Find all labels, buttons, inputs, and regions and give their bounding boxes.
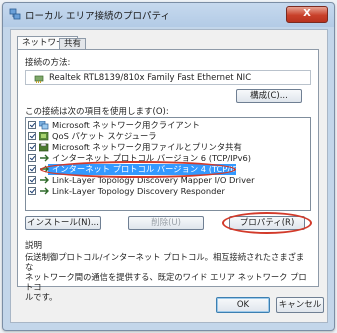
title-bar[interactable]: ローカル エリア接続のプロパティ X <box>3 3 334 25</box>
protocol-icon <box>40 187 49 195</box>
description-text: 伝送制御プロトコル/インターネット プロトコル。相互接続されたさまざまな ネット… <box>25 252 311 302</box>
connect-using-label: 接続の方法: <box>25 58 71 68</box>
network-client-icon <box>39 121 49 130</box>
item-label: インターネット プロトコル バージョン 6 (TCP/IPv6) <box>52 153 251 163</box>
network-connection-icon <box>9 8 21 20</box>
properties-dialog: ローカル エリア接続のプロパティ X ネットワーク 共有 接続の方法: Real… <box>2 2 335 331</box>
description-line: 伝送制御プロトコル/インターネット プロトコル。相互接続されたさまざまな <box>25 252 305 272</box>
protocol-icon <box>40 154 49 162</box>
close-icon: X <box>303 8 311 19</box>
protocol-icon <box>40 165 49 173</box>
item-label: Microsoft ネットワーク用クライアント <box>52 120 200 130</box>
item-label: QoS パケット スケジューラ <box>52 131 157 141</box>
configure-button[interactable]: 構成(C)... <box>236 89 302 103</box>
item-label: Link-Layer Topology Discovery Mapper I/O… <box>52 175 255 185</box>
close-button[interactable]: X <box>286 6 328 23</box>
checkbox[interactable] <box>28 154 36 162</box>
uninstall-button[interactable]: 削除(U) <box>128 216 204 230</box>
items-label: この接続は次の項目を使用します(O): <box>25 107 169 117</box>
checkbox[interactable] <box>28 165 36 173</box>
checkbox[interactable] <box>28 121 36 129</box>
network-adapter-icon <box>34 75 44 83</box>
dialog-body: ネットワーク 共有 接続の方法: Realtek RTL8139/810x Fa… <box>10 29 328 323</box>
description-label: 説明 <box>25 241 43 251</box>
checkbox[interactable] <box>28 132 36 140</box>
item-label: Microsoft ネットワーク用ファイルとプリンタ共有 <box>52 142 242 152</box>
description-line: ネットワーク間の通信を提供する、既定のワイド エリア ネットワーク プロトコ <box>25 272 307 292</box>
adapter-field: Realtek RTL8139/810x Family Fast Etherne… <box>25 70 311 85</box>
printer-share-icon <box>39 143 49 152</box>
qos-icon <box>39 132 49 141</box>
item-label: インターネット プロトコル バージョン 4 (TCP/IPv4) <box>52 164 251 174</box>
checkbox[interactable] <box>28 176 36 184</box>
install-button[interactable]: インストール(N)... <box>25 216 101 230</box>
tab-panel-network: 接続の方法: Realtek RTL8139/810x Family Fast … <box>17 49 319 302</box>
item-label: Link-Layer Topology Discovery Responder <box>52 186 225 196</box>
ok-button[interactable]: OK <box>216 297 270 313</box>
properties-button[interactable]: プロパティ(R) <box>229 216 305 230</box>
components-list[interactable]: Microsoft ネットワーク用クライアント QoS パケット スケジューラ … <box>25 117 311 211</box>
checkbox[interactable] <box>28 143 36 151</box>
cancel-button[interactable]: キャンセル <box>276 297 324 313</box>
adapter-name: Realtek RTL8139/810x Family Fast Etherne… <box>49 73 252 83</box>
protocol-icon <box>40 176 49 184</box>
checkbox[interactable] <box>28 187 36 195</box>
window-title: ローカル エリア接続のプロパティ <box>25 11 170 22</box>
